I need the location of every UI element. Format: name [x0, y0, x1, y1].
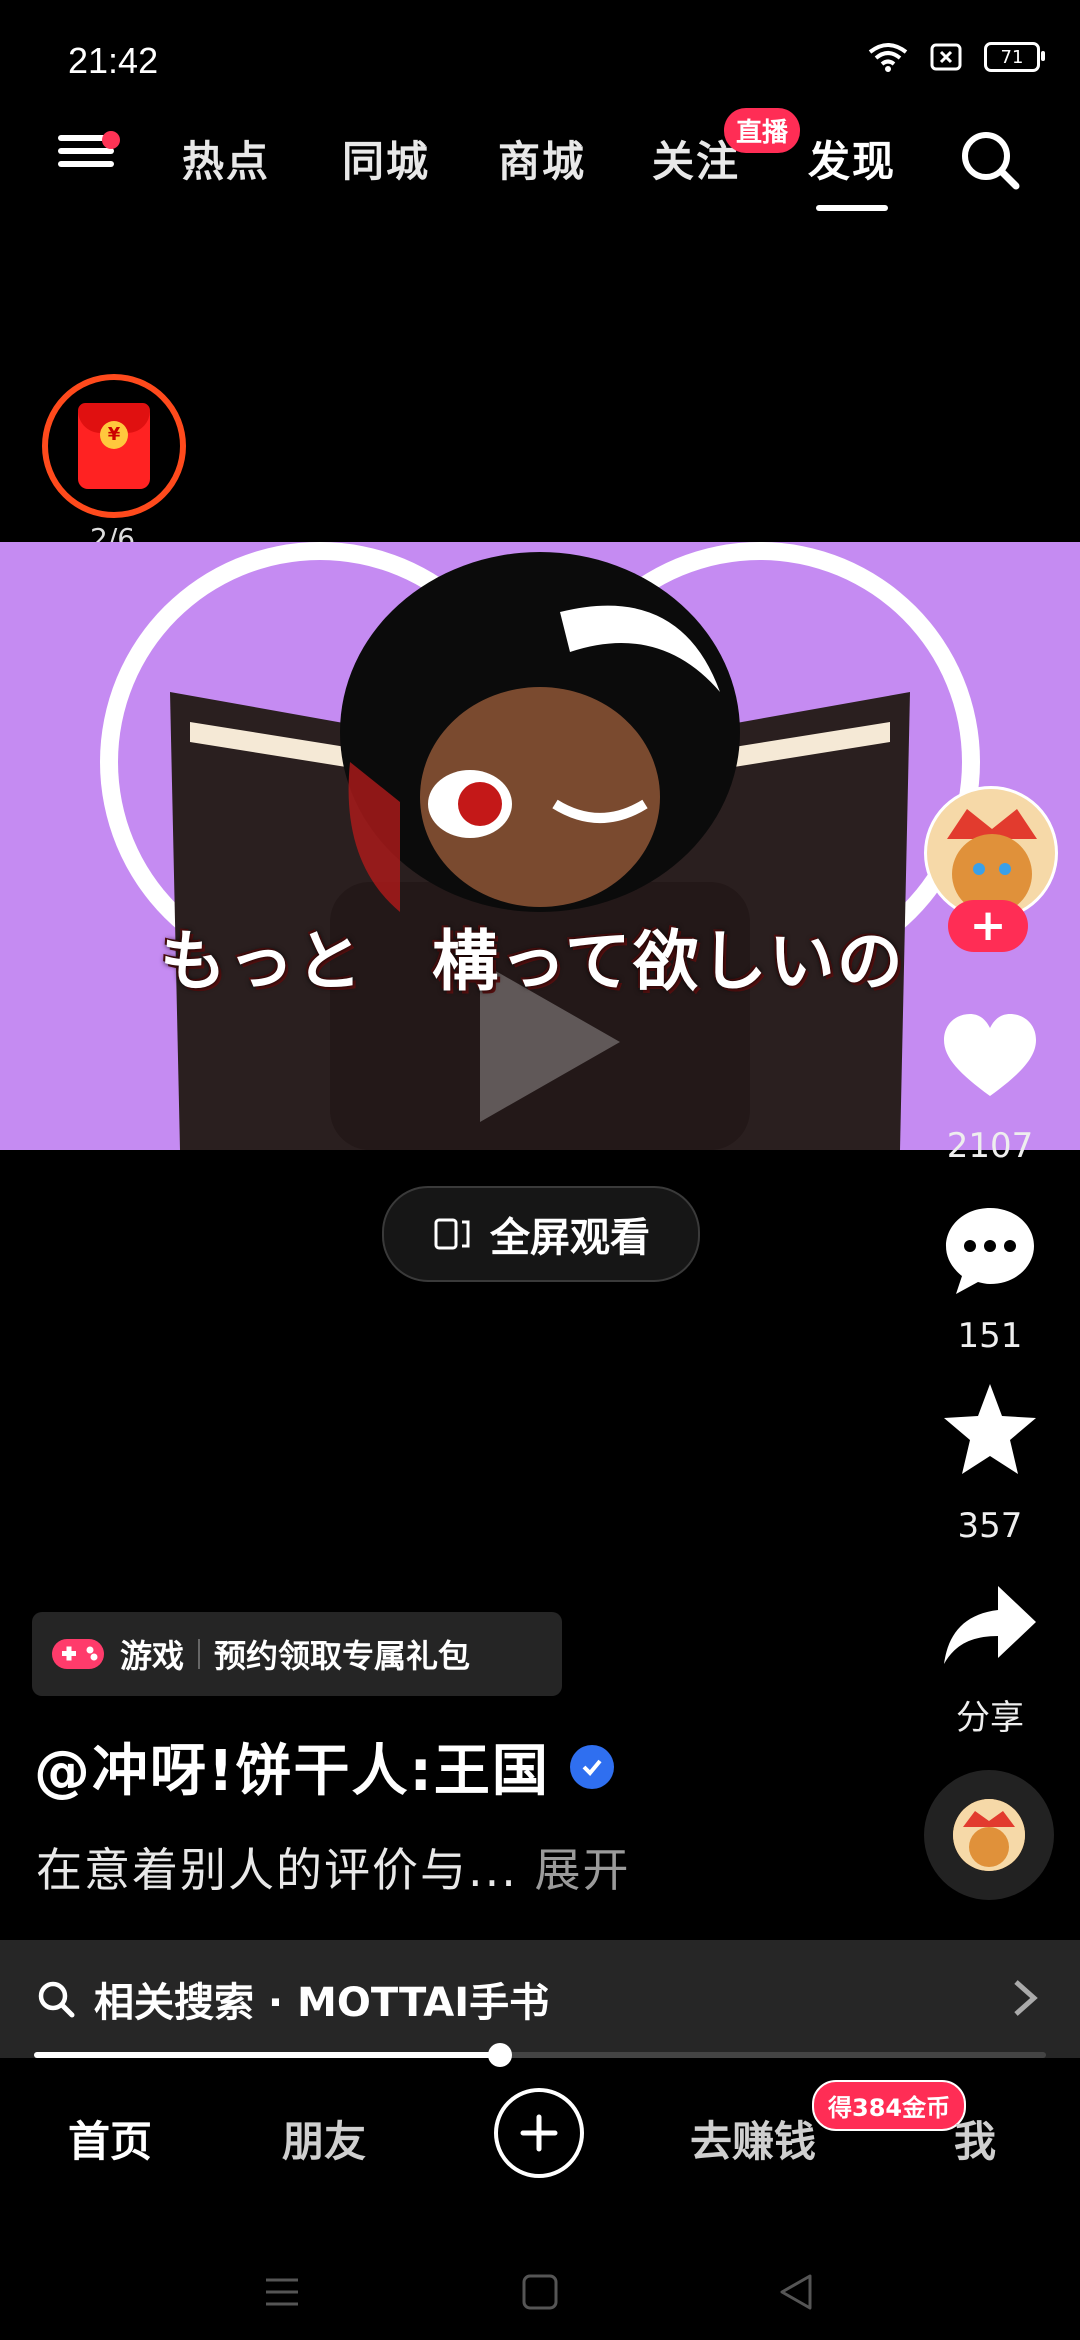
description-text: 在意着别人的评价与...	[36, 1843, 518, 1897]
home-icon[interactable]	[520, 2272, 560, 2312]
battery-indicator: 71	[984, 42, 1045, 72]
red-envelope-icon: ¥	[78, 403, 150, 489]
fullscreen-label: 全屏观看	[490, 1215, 650, 1261]
like-count: 2107	[946, 1126, 1034, 1166]
nav-earn[interactable]: 去赚钱	[690, 2108, 816, 2169]
status-icons: 71	[868, 42, 1045, 72]
share-icon	[944, 1586, 1036, 1664]
video-description[interactable]: 在意着别人的评价与... 展开	[36, 1834, 631, 1900]
comment-button[interactable]	[940, 1200, 1040, 1300]
video-frame-illustration	[0, 542, 1080, 1150]
game-tag[interactable]: 游戏 预约领取专属礼包	[32, 1612, 562, 1696]
share-label: 分享	[956, 1698, 1024, 1738]
wifi-icon	[868, 43, 908, 72]
game-tag-type: 游戏	[120, 1637, 185, 1675]
nav-home[interactable]: 首页	[68, 2108, 152, 2169]
related-search-text: 相关搜索 · MOTTAI手书	[94, 1980, 550, 2026]
sim-icon	[930, 43, 962, 71]
notification-dot	[102, 131, 120, 149]
fullscreen-icon	[434, 1218, 470, 1250]
create-post-button[interactable]	[494, 2088, 584, 2178]
tab-hot[interactable]: 热点	[182, 128, 270, 189]
tab-discover[interactable]: 发现	[808, 128, 896, 189]
follow-button[interactable]: +	[948, 900, 1028, 952]
gamepad-icon	[52, 1639, 104, 1669]
nav-me[interactable]: 我	[954, 2108, 996, 2169]
favorite-count: 357	[957, 1506, 1023, 1546]
comment-icon	[946, 1208, 1034, 1294]
recent-apps-icon[interactable]	[262, 2272, 302, 2312]
like-button[interactable]	[940, 1008, 1040, 1108]
menu-button[interactable]	[58, 128, 120, 184]
expand-link[interactable]: 展开	[535, 1843, 631, 1897]
share-button[interactable]	[940, 1578, 1040, 1678]
red-packet-button[interactable]: ¥	[42, 374, 186, 518]
fullscreen-button[interactable]: 全屏观看	[382, 1186, 700, 1282]
favorite-button[interactable]	[940, 1380, 1040, 1480]
search-button[interactable]	[958, 128, 1022, 192]
status-time: 21:42	[68, 40, 159, 81]
music-disc[interactable]	[924, 1770, 1054, 1900]
plus-icon	[520, 2114, 558, 2152]
star-icon	[944, 1384, 1036, 1474]
tab-mall[interactable]: 商城	[498, 128, 586, 189]
live-badge: 直播	[724, 108, 801, 153]
back-icon[interactable]	[776, 2272, 816, 2312]
progress-handle[interactable]	[488, 2043, 512, 2067]
game-tag-text: 预约领取专属礼包	[214, 1637, 471, 1675]
progress-fill	[34, 2052, 500, 2058]
search-icon	[38, 1981, 75, 2018]
coin-reward-badge: 得384金币	[812, 2080, 967, 2131]
tab-local[interactable]: 同城	[342, 128, 430, 189]
related-search-bar[interactable]: 相关搜索 · MOTTAI手书	[0, 1940, 1080, 2058]
author-name-row[interactable]: @冲呀!饼干人:王国	[34, 1726, 614, 1807]
author-name[interactable]: @冲呀!饼干人:王国	[34, 1726, 550, 1807]
tag-separator	[198, 1639, 201, 1669]
menu-icon	[58, 131, 120, 167]
comment-count: 151	[957, 1316, 1023, 1356]
active-tab-indicator	[816, 205, 888, 211]
video-subtitle: もっと 構って欲しいの	[160, 923, 905, 1000]
heart-icon	[944, 1014, 1036, 1096]
search-icon	[962, 132, 1020, 190]
nav-friends[interactable]: 朋友	[282, 2108, 366, 2169]
music-cover	[953, 1799, 1025, 1871]
verified-icon	[569, 1744, 614, 1789]
chevron-right-icon	[1014, 1980, 1038, 2016]
video-player[interactable]	[0, 542, 1080, 1150]
